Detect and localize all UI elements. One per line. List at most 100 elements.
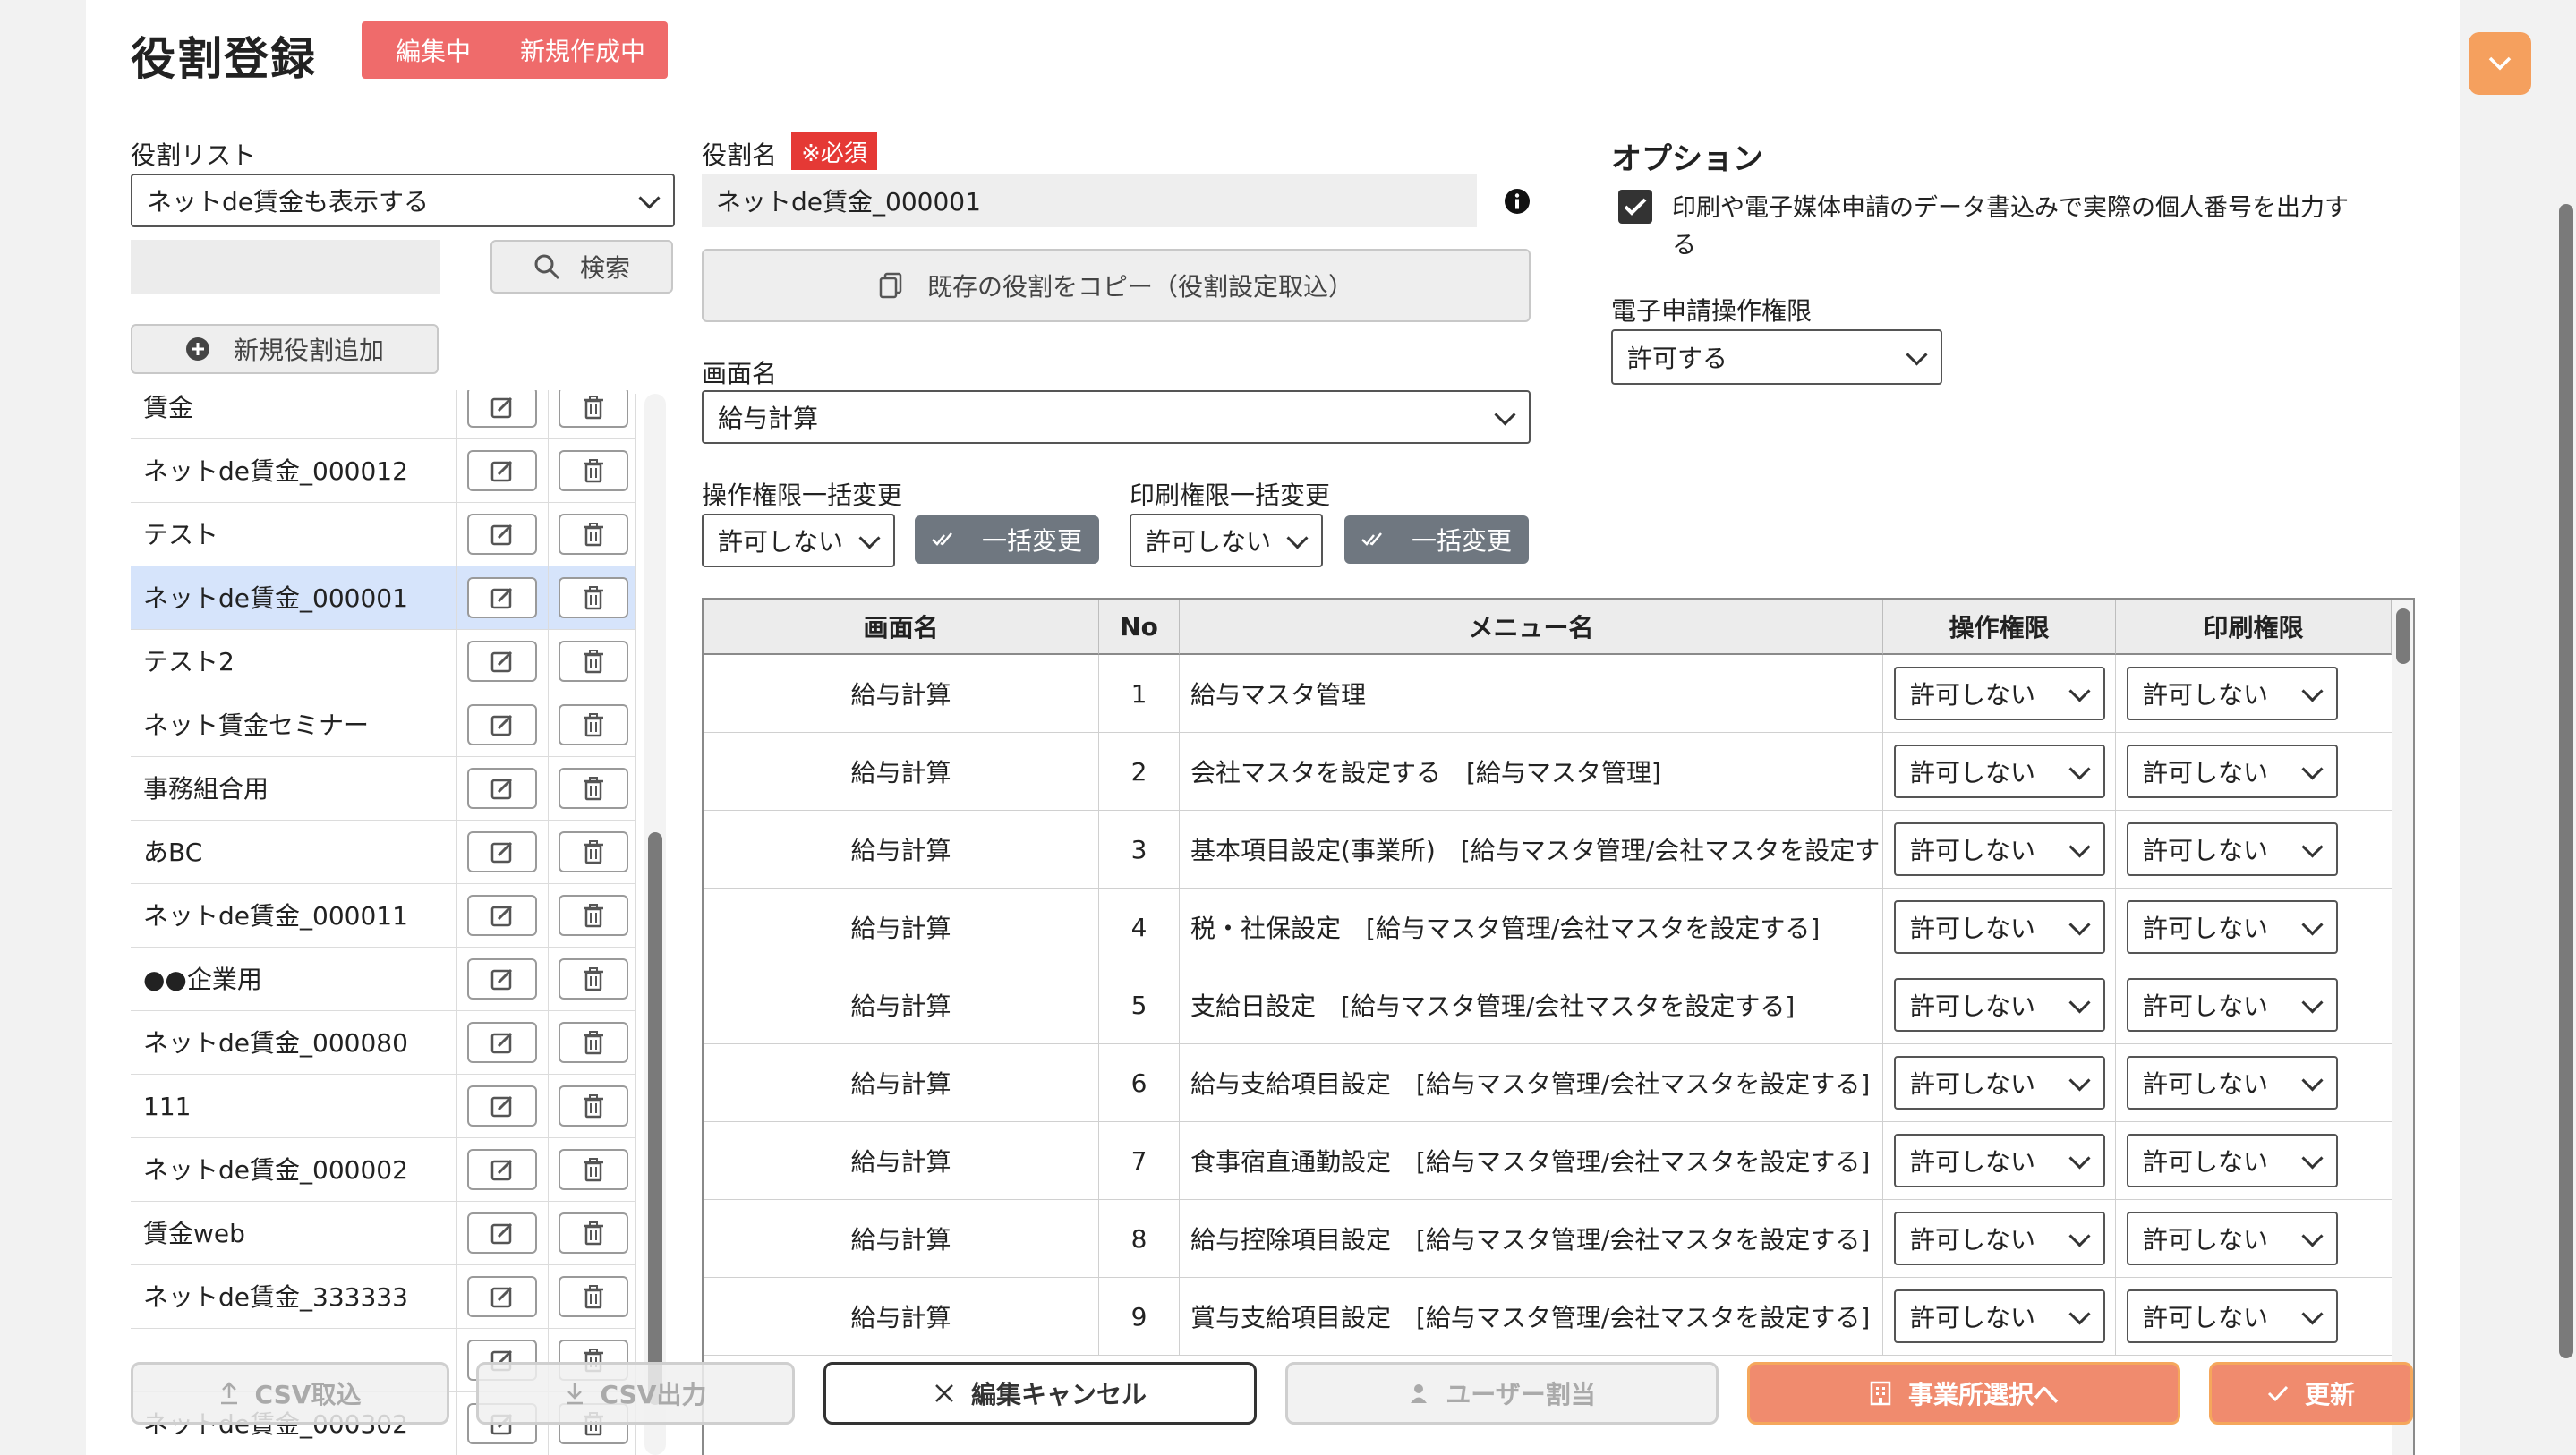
role-list-item[interactable]: ネットde賃金_333333	[131, 1265, 635, 1329]
role-list-item[interactable]: ネットde賃金_000002	[131, 1138, 635, 1202]
delete-role-button[interactable]	[559, 831, 628, 872]
role-list-scroll-thumb[interactable]	[648, 832, 662, 1405]
egov-permission-select[interactable]: 許可する	[1611, 329, 1942, 385]
role-filter-select[interactable]: ネットde賃金も表示する	[131, 174, 675, 227]
cancel-edit-button[interactable]: 編集キャンセル	[823, 1362, 1257, 1425]
op-permission-select[interactable]: 許可しない	[1894, 1056, 2105, 1110]
page-scrollbar[interactable]	[2556, 0, 2576, 1455]
role-list-item[interactable]: ネットde賃金_000011	[131, 884, 635, 948]
print-permission-select[interactable]: 許可しない	[2127, 1134, 2338, 1187]
collapse-button[interactable]	[2469, 32, 2531, 95]
delete-role-button[interactable]	[559, 1276, 628, 1317]
role-list-item[interactable]: ネットde賃金_000080	[131, 1011, 635, 1075]
edit-role-button[interactable]	[467, 514, 537, 555]
edit-role-button[interactable]	[467, 768, 537, 809]
role-name-input[interactable]	[702, 174, 1477, 227]
edit-role-button[interactable]	[467, 1085, 537, 1127]
role-list-item[interactable]: 賃金web	[131, 1202, 635, 1265]
chevron-down-icon	[2301, 1147, 2324, 1170]
role-list-item[interactable]: 賃金	[131, 390, 635, 439]
print-permission-select[interactable]: 許可しない	[2127, 1212, 2338, 1265]
delete-role-button[interactable]	[559, 641, 628, 682]
user-assign-button[interactable]: ユーザー割当	[1285, 1362, 1719, 1425]
op-permission-select[interactable]: 許可しない	[1894, 745, 2105, 798]
search-button[interactable]: 検索	[490, 240, 673, 294]
office-select-button[interactable]: 事業所選択へ	[1747, 1362, 2180, 1425]
role-list-item[interactable]: 事務組合用	[131, 757, 635, 821]
table-row: 給与計算 7 食事宿直通勤設定 [給与マスタ管理/会社マスタを設定する] 許可しない 許…	[704, 1122, 2392, 1200]
table-row: 給与計算 2 会社マスタを設定する [給与マスタ管理] 許可しない 許可しない	[704, 733, 2392, 811]
role-list-scrollbar[interactable]	[644, 394, 666, 1455]
cell-no: 5	[1099, 966, 1180, 1043]
role-list-item[interactable]: ●●企業用	[131, 948, 635, 1011]
copy-role-button[interactable]: 既存の役割をコピー（役割設定取込）	[702, 249, 1531, 322]
print-permission-select[interactable]: 許可しない	[2127, 1056, 2338, 1110]
print-bulk-change-button[interactable]: 一括変更	[1344, 515, 1529, 564]
delete-role-button[interactable]	[559, 958, 628, 1000]
delete-role-button[interactable]	[559, 1212, 628, 1254]
table-scrollbar[interactable]	[2392, 600, 2413, 1455]
role-list-item[interactable]: テスト2	[131, 630, 635, 693]
edit-role-button[interactable]	[467, 958, 537, 1000]
op-permission-select[interactable]: 許可しない	[1894, 978, 2105, 1032]
screen-select[interactable]: 給与計算	[702, 390, 1531, 444]
print-permission-select[interactable]: 許可しない	[2127, 667, 2338, 720]
print-permission-select[interactable]: 許可しない	[2127, 1289, 2338, 1343]
edit-role-button[interactable]	[467, 831, 537, 872]
role-list-item[interactable]: テスト	[131, 503, 635, 566]
real-id-checkbox[interactable]	[1618, 190, 1652, 224]
print-permission-select[interactable]: 許可しない	[2127, 978, 2338, 1032]
update-button[interactable]: 更新	[2209, 1362, 2413, 1425]
role-search-input[interactable]	[131, 240, 440, 294]
edit-role-button[interactable]	[467, 390, 537, 428]
table-scroll-thumb[interactable]	[2396, 608, 2410, 664]
edit-role-button[interactable]	[467, 1212, 537, 1254]
cell-op: 許可しない	[1883, 733, 2116, 810]
delete-role-button[interactable]	[559, 514, 628, 555]
role-list-item[interactable]: ネット賃金セミナー	[131, 693, 635, 757]
delete-role-button[interactable]	[559, 895, 628, 936]
op-permission-select[interactable]: 許可しない	[1894, 822, 2105, 876]
op-permission-select[interactable]: 許可しない	[1894, 1289, 2105, 1343]
op-permission-select[interactable]: 許可しない	[1894, 667, 2105, 720]
delete-role-button[interactable]	[559, 1149, 628, 1190]
delete-role-button[interactable]	[559, 390, 628, 428]
role-list-item[interactable]: ネットde賃金_000001	[131, 566, 635, 630]
role-list-item[interactable]: ネットde賃金_000012	[131, 439, 635, 503]
delete-role-button[interactable]	[559, 704, 628, 745]
edit-role-button[interactable]	[467, 1149, 537, 1190]
add-role-button[interactable]: 新規役割追加	[131, 324, 439, 374]
edit-role-button[interactable]	[467, 641, 537, 682]
chevron-down-icon	[2301, 914, 2324, 936]
role-name: 111	[143, 1092, 192, 1121]
print-permission-select[interactable]: 許可しない	[2127, 822, 2338, 876]
edit-role-button[interactable]	[467, 895, 537, 936]
op-bulk-change-button[interactable]: 一括変更	[915, 515, 1099, 564]
op-permission-select[interactable]: 許可しない	[1894, 900, 2105, 954]
print-bulk-value: 許可しない	[1146, 527, 1272, 557]
delete-role-button[interactable]	[559, 1022, 628, 1063]
print-bulk-select[interactable]: 許可しない	[1130, 514, 1323, 567]
csv-export-button[interactable]: CSV出力	[476, 1362, 795, 1425]
page-scroll-thumb[interactable]	[2559, 204, 2573, 1358]
role-list-item[interactable]: 111	[131, 1075, 635, 1138]
delete-role-button[interactable]	[559, 1085, 628, 1127]
op-permission-select[interactable]: 許可しない	[1894, 1134, 2105, 1187]
op-bulk-select[interactable]: 許可しない	[702, 514, 895, 567]
edit-role-button[interactable]	[467, 1276, 537, 1317]
print-permission-select[interactable]: 許可しない	[2127, 900, 2338, 954]
info-icon[interactable]	[1504, 188, 1531, 215]
role-list-item[interactable]: あBC	[131, 821, 635, 884]
close-icon	[935, 1384, 953, 1402]
csv-import-button[interactable]: CSV取込	[131, 1362, 449, 1425]
op-permission-select[interactable]: 許可しない	[1894, 1212, 2105, 1265]
delete-role-button[interactable]	[559, 450, 628, 491]
edit-role-button[interactable]	[467, 704, 537, 745]
edit-role-button[interactable]	[467, 1022, 537, 1063]
delete-role-button[interactable]	[559, 577, 628, 618]
delete-role-button[interactable]	[559, 768, 628, 809]
edit-role-button[interactable]	[467, 450, 537, 491]
print-permission-select[interactable]: 許可しない	[2127, 745, 2338, 798]
chevron-down-icon	[2301, 1303, 2324, 1325]
edit-role-button[interactable]	[467, 577, 537, 618]
